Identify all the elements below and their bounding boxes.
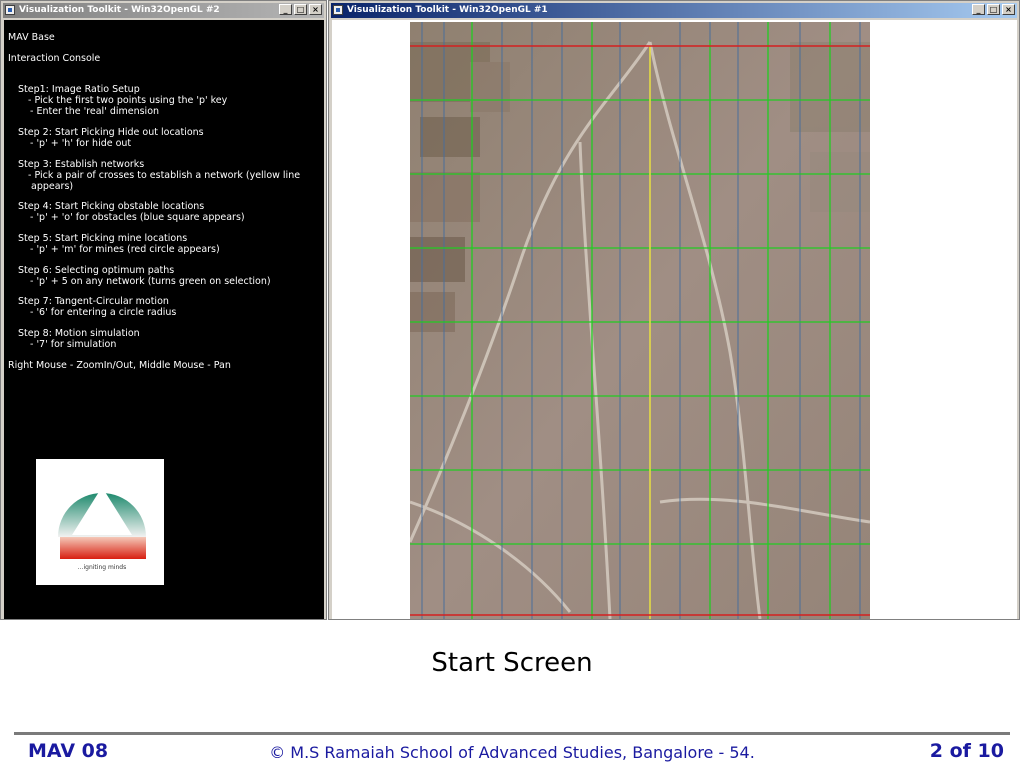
mouse-help-text: Right Mouse - ZoomIn/Out, Middle Mouse -…: [8, 360, 231, 371]
console-substep: - '7' for simulation: [30, 339, 117, 350]
close-button[interactable]: ×: [1002, 4, 1015, 15]
console-substep: - 'p' + 'o' for obstacles (blue square a…: [30, 212, 245, 223]
render-window[interactable]: Visualization Toolkit - Win32OpenGL #1 _…: [328, 0, 1020, 620]
close-button[interactable]: ×: [309, 4, 322, 15]
console-window-title: Visualization Toolkit - Win32OpenGL #2: [19, 5, 220, 15]
console-substep: - 'p' + 'm' for mines (red circle appear…: [30, 244, 220, 255]
render-window-titlebar[interactable]: Visualization Toolkit - Win32OpenGL #1 _…: [331, 3, 1017, 18]
vtk-app-icon: [5, 5, 15, 15]
console-subheading: Interaction Console: [8, 53, 101, 64]
console-step: Step 3: Establish networks: [18, 159, 145, 170]
console-step: Step 5: Start Picking mine locations: [18, 233, 188, 244]
console-step: Step 4: Start Picking obstable locations: [18, 201, 205, 212]
console-step: Step 6: Selecting optimum paths: [18, 265, 175, 276]
console-step: Step 7: Tangent-Circular motion: [18, 296, 169, 307]
slide-caption: Start Screen: [431, 648, 593, 678]
minimize-button[interactable]: _: [279, 4, 292, 15]
console-substep: - Pick the first two points using the 'p…: [28, 95, 228, 106]
console-substep: - Pick a pair of crosses to establish a …: [28, 170, 301, 181]
console-window-titlebar[interactable]: Visualization Toolkit - Win32OpenGL #2 _…: [3, 3, 324, 18]
console-step: Step1: Image Ratio Setup: [18, 84, 140, 95]
console-step: Step 8: Motion simulation: [18, 328, 140, 339]
footer-copyright: © M.S Ramaiah School of Advanced Studies…: [269, 743, 755, 762]
console-heading: MAV Base: [8, 32, 55, 43]
console-window[interactable]: Visualization Toolkit - Win32OpenGL #2 _…: [0, 0, 327, 620]
footer-divider: [14, 732, 1010, 735]
console-substep: appears): [31, 181, 74, 192]
console-substep: - 'p' + 'h' for hide out: [30, 138, 132, 149]
footer-page-number: 2 of 10: [929, 740, 1004, 762]
console-step: Step 2: Start Picking Hide out locations: [18, 127, 204, 138]
vtk-app-icon: [333, 5, 343, 15]
map-view[interactable]: [408, 22, 871, 620]
console-substep: - 'p' + 5 on any network (turns green on…: [30, 276, 271, 287]
render-window-title: Visualization Toolkit - Win32OpenGL #1: [347, 5, 548, 15]
logo-tagline: ...igniting minds: [78, 564, 126, 571]
maximize-button[interactable]: □: [294, 4, 307, 15]
render-viewport[interactable]: [332, 20, 1017, 620]
minimize-button[interactable]: _: [972, 4, 985, 15]
logo-graphic: ...igniting minds: [58, 487, 146, 571]
satellite-map[interactable]: [408, 22, 871, 620]
maximize-button[interactable]: □: [987, 4, 1000, 15]
msrsas-logo: ...igniting minds: [36, 459, 164, 585]
console-substep: - '6' for entering a circle radius: [30, 307, 177, 318]
console-substep: - Enter the 'real' dimension: [30, 106, 160, 117]
